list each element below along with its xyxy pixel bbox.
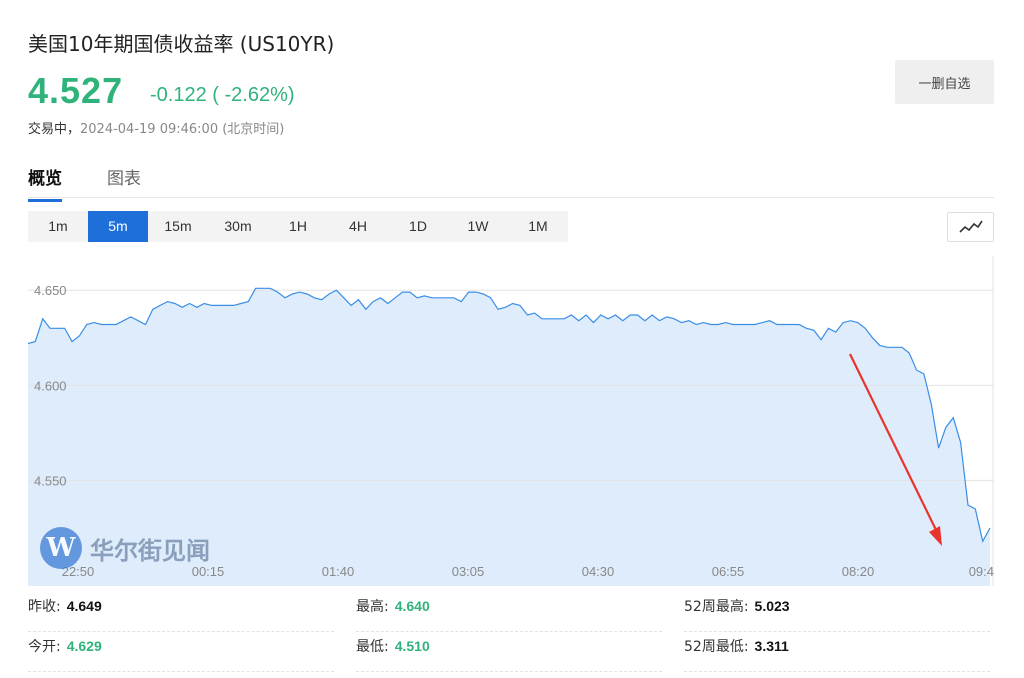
chart-type-button[interactable] — [947, 212, 994, 242]
stat-value: 5.023 — [754, 598, 790, 614]
current-price: 4.527 — [28, 70, 124, 111]
stat-label: 最高: — [356, 599, 389, 615]
interval-4h[interactable]: 4H — [328, 211, 388, 242]
stat-52w-high: 52周最高: 5.023 — [684, 596, 990, 632]
timestamp: 2024-04-19 09:46:00 (北京时间) — [80, 122, 285, 137]
page-title: 美国10年期国债收益率 (US10YR) — [28, 32, 335, 56]
stat-low: 最低: 4.510 — [356, 636, 662, 672]
stat-label: 昨收: — [28, 599, 61, 615]
interval-15m[interactable]: 15m — [148, 211, 208, 242]
stat-value: 4.629 — [66, 638, 102, 654]
watermark: W 华尔街见闻 — [40, 527, 210, 569]
y-tick-label: 4.550 — [34, 473, 67, 488]
stat-value: 4.510 — [394, 638, 430, 654]
stat-high: 最高: 4.640 — [356, 596, 662, 632]
x-tick-label: 08:20 — [842, 564, 875, 579]
x-tick-label: 01:40 — [322, 564, 355, 579]
stat-value: 3.311 — [754, 638, 789, 654]
stat-label: 52周最低: — [684, 639, 749, 655]
stat-label: 最低: — [356, 639, 389, 655]
stat-value: 4.640 — [394, 598, 430, 614]
stat-52w-low: 52周最低: 3.311 — [684, 636, 990, 672]
price-change: -0.122 ( -2.62%) — [150, 84, 295, 106]
stat-value: 4.649 — [66, 598, 102, 614]
interval-1m[interactable]: 1m — [28, 211, 88, 242]
interval-1d[interactable]: 1D — [388, 211, 448, 242]
interval-5m[interactable]: 5m — [88, 211, 148, 242]
y-tick-label: 4.650 — [34, 283, 67, 298]
watermark-text: 华尔街见闻 — [90, 535, 210, 565]
stat-prev-close: 昨收: 4.649 — [28, 596, 334, 632]
trade-status: 交易中，2024-04-19 09:46:00 (北京时间) — [28, 118, 284, 137]
interval-1w[interactable]: 1W — [448, 211, 508, 242]
remove-watchlist-button[interactable]: 一删自选 — [895, 60, 994, 104]
y-tick-label: 4.600 — [34, 378, 67, 393]
stat-open: 今开: 4.629 — [28, 636, 334, 672]
tab-overview[interactable]: 概览 — [28, 164, 62, 202]
interval-30m[interactable]: 30m — [208, 211, 268, 242]
tab-chart[interactable]: 图表 — [107, 164, 141, 199]
watermark-logo: W — [40, 527, 82, 569]
tab-bar: 概览 图表 — [28, 160, 994, 202]
x-tick-label: 09:4 — [969, 564, 994, 579]
interval-1h[interactable]: 1H — [268, 211, 328, 242]
interval-1mo[interactable]: 1M — [508, 211, 568, 242]
x-tick-label: 04:30 — [582, 564, 615, 579]
x-tick-label: 03:05 — [452, 564, 485, 579]
x-tick-label: 06:55 — [712, 564, 745, 579]
status-label: 交易中， — [28, 122, 81, 137]
stat-label: 今开: — [28, 639, 61, 655]
stat-label: 52周最高: — [684, 599, 749, 615]
line-chart-icon — [959, 220, 983, 233]
interval-selector: 1m 5m 15m 30m 1H 4H 1D 1W 1M — [28, 211, 568, 242]
